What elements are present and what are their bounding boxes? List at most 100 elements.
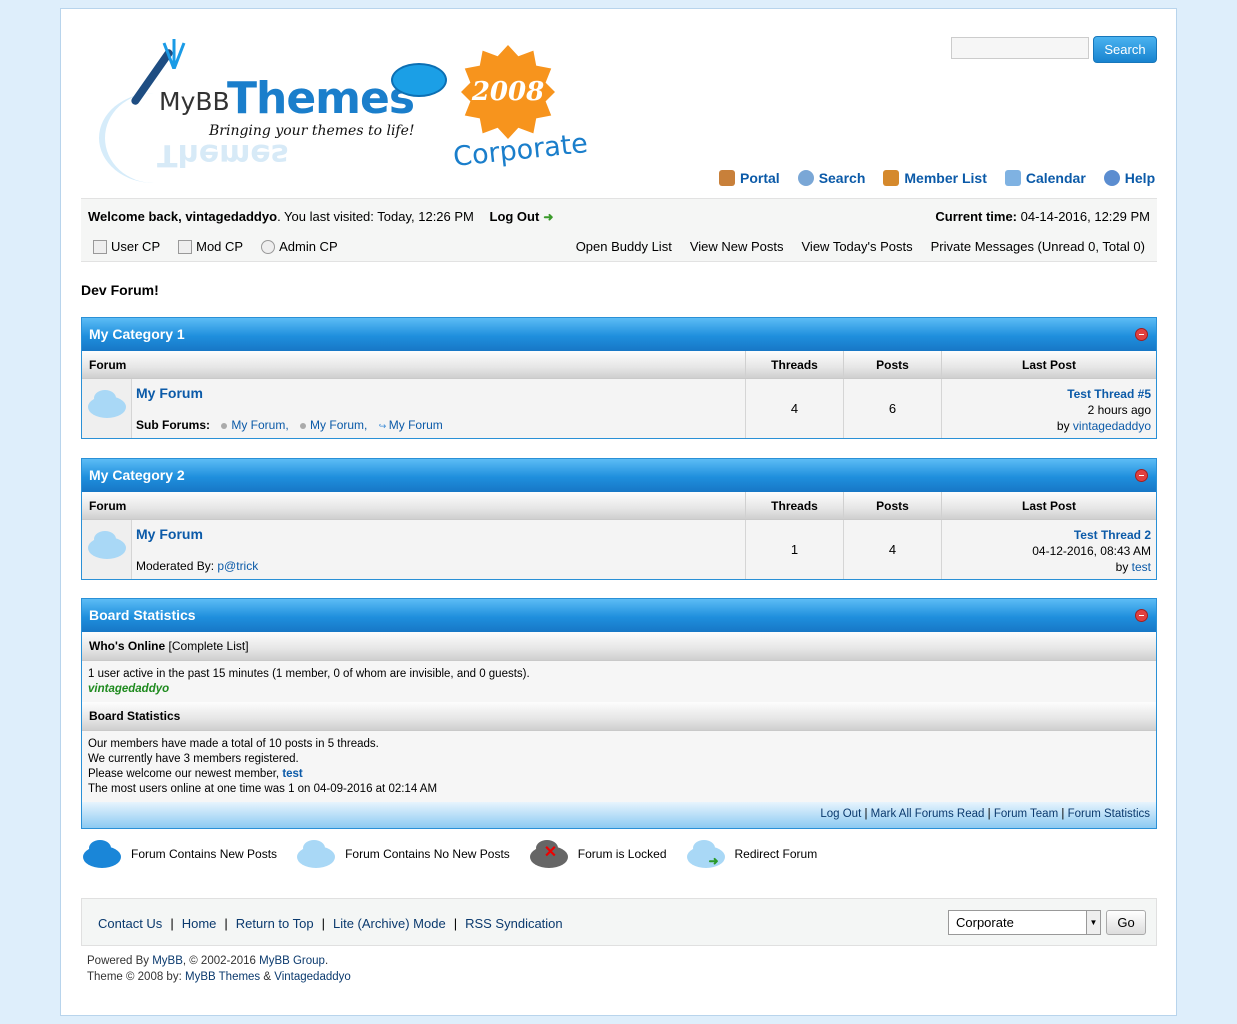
members-icon [883, 170, 900, 186]
logout-link[interactable]: Log Out ➜ [490, 209, 554, 224]
theme-select[interactable]: Corporate ▼ [948, 910, 1101, 935]
statistics-title: Board Statistics [89, 607, 196, 623]
lite-mode-link[interactable]: Lite (Archive) Mode [333, 916, 446, 931]
control-panel-links: User CP Mod CP Admin CP [93, 239, 338, 254]
board-message: Dev Forum! [81, 282, 159, 298]
vintagedaddyo-link[interactable]: Vintagedaddyo [274, 971, 351, 983]
whos-online-body: 1 user active in the past 15 minutes (1 … [82, 661, 1156, 702]
nav-search-label: Search [818, 170, 866, 186]
col-forum: Forum [82, 492, 746, 519]
collapse-icon[interactable] [1135, 609, 1148, 622]
private-messages-link[interactable]: Private Messages (Unread 0, Total 0) [931, 239, 1145, 254]
footer-links: Contact Us | Home | Return to Top | Lite (Arch… [98, 916, 563, 931]
contact-us-link[interactable]: Contact Us [98, 916, 162, 931]
nav-portal[interactable]: Portal [719, 170, 780, 186]
rss-link[interactable]: RSS Syndication [465, 916, 563, 931]
collapse-icon[interactable] [1135, 328, 1148, 341]
forum-team-link[interactable]: Forum Team [994, 808, 1058, 820]
moderator-link[interactable]: p@trick [217, 559, 258, 573]
redirect-arrow-icon: ➜ [708, 854, 719, 868]
powered-prefix: Powered By [87, 955, 153, 967]
mod-cp-link[interactable]: Mod CP [178, 239, 243, 254]
search-input[interactable] [951, 37, 1089, 59]
mybb-group-link[interactable]: MyBB Group [259, 955, 325, 967]
todays-posts-link[interactable]: View Today's Posts [802, 239, 913, 254]
board-stats-heading: Board Statistics [82, 702, 1156, 731]
mark-read-link[interactable]: Mark All Forums Read [871, 808, 985, 820]
nav-calendar-label: Calendar [1025, 170, 1086, 186]
nav-calendar[interactable]: Calendar [1004, 170, 1086, 186]
user-cp-label: User CP [111, 239, 161, 254]
subforums: Sub Forums: My Forum, My Forum, ↪ My For… [136, 418, 443, 432]
last-post-user-link[interactable]: test [1132, 560, 1151, 574]
logout-footer-link[interactable]: Log Out [820, 808, 861, 820]
return-to-top-link[interactable]: Return to Top [236, 916, 314, 931]
top-navigation: Portal Search Member List Calendar Help [719, 170, 1155, 186]
subforum-link[interactable]: ↪ My Forum [379, 418, 443, 432]
col-threads: Threads [746, 351, 844, 378]
no-new-posts-icon [88, 531, 126, 559]
col-posts: Posts [844, 492, 942, 519]
calendar-icon [1004, 170, 1021, 186]
col-threads: Threads [746, 492, 844, 519]
nav-search[interactable]: Search [797, 170, 866, 186]
category-title[interactable]: My Category 2 [89, 467, 185, 483]
new-posts-link[interactable]: View New Posts [690, 239, 784, 254]
redirect-forum-icon [686, 840, 725, 868]
lock-x-icon: ✕ [543, 844, 558, 861]
subforum-link[interactable]: My Forum, [300, 418, 367, 432]
category-header: My Category 1 [82, 318, 1156, 351]
last-post-thread-link[interactable]: Test Thread 2 [1074, 528, 1151, 542]
col-forum: Forum [82, 351, 746, 378]
page-container: MyBB Themes Bringing your themes to life… [60, 8, 1177, 1016]
redirect-arrow-icon: ↪ [378, 421, 389, 431]
mybb-link[interactable]: MyBB [152, 955, 183, 967]
admin-cp-link[interactable]: Admin CP [261, 239, 338, 254]
board-stats-body: Our members have made a total of 10 post… [82, 731, 1156, 802]
online-user-link[interactable]: vintagedaddyo [88, 683, 169, 695]
user-cp-link[interactable]: User CP [93, 239, 160, 254]
theme-credit-line: Theme © 2008 by: MyBB Themes & Vintageda… [87, 969, 351, 985]
category-table-2: My Category 2 Forum Threads Posts Last P… [81, 458, 1157, 580]
forum-link[interactable]: My Forum [136, 385, 203, 401]
statistics-header: Board Statistics [82, 599, 1156, 632]
go-button[interactable]: Go [1106, 910, 1146, 935]
category-header: My Category 2 [82, 459, 1156, 492]
arrow-right-icon: ➜ [543, 210, 554, 224]
collapse-icon[interactable] [1135, 469, 1148, 482]
complete-list-link[interactable]: [Complete List] [169, 639, 249, 653]
welcome-prefix: Welcome back, [88, 209, 186, 224]
forum-status-cell [82, 520, 132, 579]
buddy-list-link[interactable]: Open Buddy List [576, 239, 672, 254]
powered-mid: , © 2002-2016 [182, 955, 260, 967]
home-link[interactable]: Home [182, 916, 217, 931]
no-new-posts-icon [297, 840, 336, 868]
forum-statistics-link[interactable]: Forum Statistics [1068, 808, 1150, 820]
nav-member-list[interactable]: Member List [883, 170, 987, 186]
theme-credit-prefix: Theme © 2008 by: [87, 971, 185, 983]
speech-bubble-icon [391, 63, 447, 97]
current-time-value: 04-14-2016, 12:29 PM [1017, 209, 1150, 224]
category-title[interactable]: My Category 1 [89, 326, 185, 342]
current-time-label: Current time: [935, 209, 1018, 224]
search-button[interactable]: Search [1093, 36, 1157, 63]
subforum-dot-icon [221, 423, 228, 429]
subforum-link[interactable]: My Forum, [221, 418, 289, 432]
online-summary: 1 user active in the past 15 minutes (1 … [88, 668, 530, 680]
logout-label: Log Out [489, 209, 540, 224]
last-post-time: 04-12-2016, 08:43 AM [1032, 544, 1151, 558]
nav-help[interactable]: Help [1103, 170, 1155, 186]
forum-info-cell: My Forum Moderated By: p@trick [132, 520, 746, 579]
welcome-bar: Welcome back, vintagedaddyo. You last vi… [81, 198, 1157, 262]
newest-member-link[interactable]: test [282, 768, 302, 780]
stats-members-line: We currently have 3 members registered. [88, 753, 299, 765]
last-post-thread-link[interactable]: Test Thread #5 [1067, 387, 1151, 401]
last-visit-text: . You last visited: Today, 12:26 PM [277, 209, 474, 224]
statistics-footer-links: Log Out | Mark All Forums Read | Forum T… [82, 802, 1156, 828]
stats-newest-line: Please welcome our newest member, test [88, 767, 1150, 782]
last-post-user-link[interactable]: vintagedaddyo [1073, 419, 1151, 433]
last-post-by: by [1056, 419, 1073, 433]
badge-year: 2008 [471, 77, 545, 107]
mybb-themes-link[interactable]: MyBB Themes [185, 971, 260, 983]
forum-link[interactable]: My Forum [136, 526, 203, 542]
